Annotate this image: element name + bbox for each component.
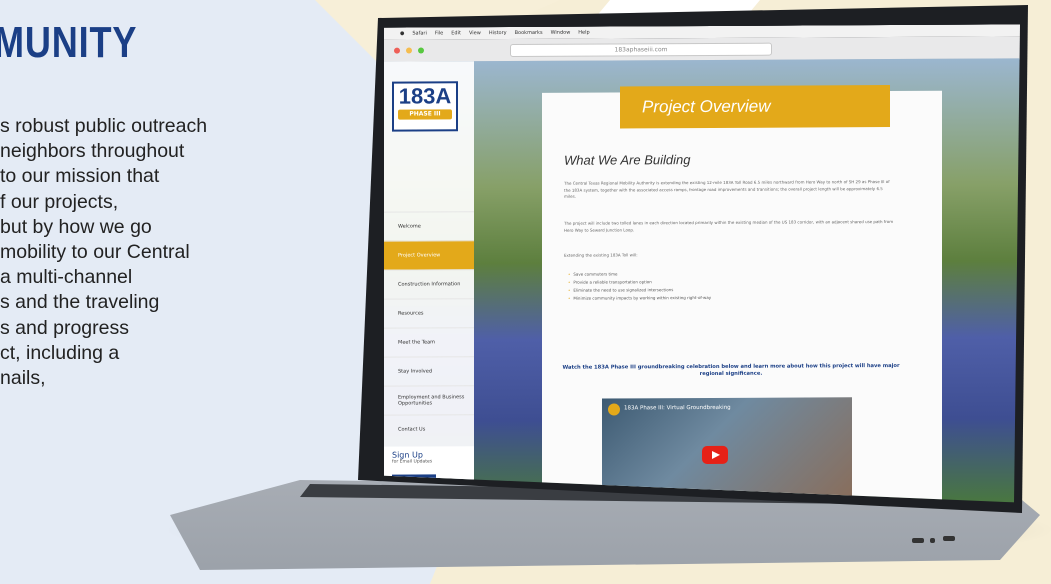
nav-item-project-overview[interactable]: Project Overview [384, 240, 474, 269]
nav-item-employment[interactable]: Employment and Business Opportunities [384, 385, 474, 414]
nav-item-resources[interactable]: Resources [384, 298, 474, 327]
signup-title: Sign Up [392, 450, 423, 460]
site-sidebar: 183A PHASE III Welcome Project Overview … [384, 61, 474, 507]
video-callout: Watch the 183A Phase III groundbreaking … [562, 362, 900, 378]
menu-item[interactable]: Window [551, 30, 571, 36]
body-line: mobility to our Central [0, 241, 190, 264]
site-logo[interactable]: 183A PHASE III [392, 81, 458, 131]
usb-port-icon [943, 536, 955, 541]
paragraph-lanes: The project will include two tolled lane… [564, 219, 894, 233]
minimize-window-button[interactable] [406, 48, 412, 54]
zoom-window-button[interactable] [418, 47, 424, 53]
slide-heading: MUNITY [0, 18, 138, 67]
menu-item[interactable]: View [469, 30, 481, 36]
logo-number: 183A [398, 83, 452, 109]
site-nav: Welcome Project Overview Construction In… [384, 211, 474, 443]
paragraph-intro: The Central Texas Regional Mobility Auth… [564, 179, 890, 199]
signup-subtitle: for Email Updates [392, 459, 433, 465]
address-bar[interactable]: 183aphaseiii.com [510, 42, 772, 56]
menu-item[interactable]: File [435, 30, 443, 36]
channel-avatar [608, 403, 620, 415]
logo-phase-badge: PHASE III [398, 109, 452, 119]
section-title: What We Are Building [564, 152, 691, 168]
menu-item[interactable]: Safari [412, 30, 427, 36]
nav-item-contact-us[interactable]: Contact Us [384, 414, 474, 443]
usb-port-icon [912, 538, 924, 543]
body-line: nails, [0, 367, 46, 390]
content-panel: Project Overview What We Are Building Th… [542, 91, 942, 508]
slide-body-text: s robust public outreach neighbors throu… [0, 114, 340, 391]
usb-port-icon [930, 538, 935, 543]
website-page: 183A PHASE III Welcome Project Overview … [384, 58, 1024, 507]
body-line: s and progress [0, 316, 129, 339]
nav-item-meet-the-team[interactable]: Meet the Team [384, 327, 474, 356]
menu-item[interactable]: Bookmarks [515, 30, 543, 36]
body-line: neighbors throughout [0, 140, 185, 163]
body-line: a multi-channel [0, 266, 133, 289]
body-line: s and the traveling [0, 291, 160, 314]
nav-item-stay-involved[interactable]: Stay Involved [384, 356, 474, 385]
apple-icon[interactable]: ● [400, 31, 404, 37]
menu-item[interactable]: Edit [451, 30, 461, 36]
nav-item-construction-information[interactable]: Construction Information [384, 269, 474, 298]
menu-item[interactable]: History [489, 30, 507, 36]
video-title: 183A Phase III: Virtual Groundbreaking [624, 404, 731, 412]
paragraph-list-lead: Extending the existing 183A Toll will: [564, 252, 638, 258]
close-window-button[interactable] [394, 48, 400, 54]
play-icon[interactable] [702, 446, 728, 464]
laptop-screen: ● Safari File Edit View History Bookmark… [384, 24, 1024, 507]
benefits-list: Save commuters time Provide a reliable t… [568, 270, 711, 303]
body-line: ct, including a [0, 341, 120, 364]
body-line: f our projects, [0, 190, 119, 213]
list-item: Minimize community impacts by working wi… [568, 294, 711, 303]
nav-item-welcome[interactable]: Welcome [384, 211, 474, 240]
body-line: s robust public outreach [0, 115, 208, 137]
body-line: but by how we go [0, 215, 152, 238]
page-title-banner: Project Overview [620, 85, 890, 128]
body-line: to our mission that [0, 165, 160, 188]
menu-item[interactable]: Help [578, 30, 589, 36]
